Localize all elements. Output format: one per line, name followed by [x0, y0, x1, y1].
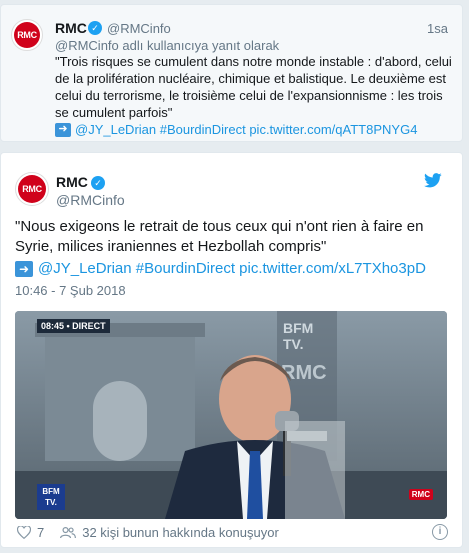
text-line: "Nous exigeons le retrait de tous ceux q… — [15, 218, 424, 235]
rmc-logo: RMC — [14, 22, 40, 48]
rmc-avatar[interactable]: RMC — [11, 19, 43, 51]
arrow-right-icon: ➜ — [55, 122, 71, 137]
verified-icon: ✓ — [91, 176, 105, 190]
tweet-media-image[interactable]: BFM TV. RMC 08:45 • DIRECT BFM TV. RMC — [15, 311, 447, 519]
author-handle[interactable]: @RMCinfo — [56, 192, 125, 208]
text-line: Syrie, milices iraniennes et Hezbollah c… — [15, 238, 327, 255]
author-name[interactable]: RMC — [56, 174, 88, 190]
author-name[interactable]: RMC — [55, 20, 87, 36]
arrow-right-icon: ➜ — [15, 260, 33, 277]
text-line: se cumulent parfois" — [55, 105, 173, 120]
like-count[interactable]: 7 — [37, 525, 44, 540]
tweet-actions: 7 32 kişi bunun hakkında konuşuyor — [17, 525, 279, 540]
reply-to-label[interactable]: @RMCinfo adlı kullanıcıya yanıt olarak — [55, 38, 279, 53]
bfm-logo-line: BFM — [42, 487, 60, 496]
svg-text:BFM: BFM — [283, 320, 313, 336]
svg-text:RMC: RMC — [281, 362, 327, 384]
text-line: "Trois risques se cumulent dans notre mo… — [55, 54, 452, 69]
people-icon[interactable] — [60, 526, 77, 539]
main-links[interactable]: @JY_LeDrian #BourdinDirect pic.twitter.c… — [38, 260, 426, 277]
video-still: BFM TV. RMC — [15, 311, 447, 519]
rmc-badge: RMC — [408, 489, 433, 500]
main-tweet-card[interactable]: RMC RMC ✓ @RMCinfo "Nous exigeons le ret… — [0, 152, 463, 548]
live-label: 08:45 • DIRECT — [37, 319, 110, 333]
rmc-avatar[interactable]: RMC — [15, 172, 49, 206]
reply-tweet-card[interactable]: RMC RMC ✓ @RMCinfo 1sa @RMCinfo adlı kul… — [0, 4, 463, 142]
main-tweet-text: "Nous exigeons le retrait de tous ceux q… — [15, 217, 423, 257]
main-link-line[interactable]: ➜ @JY_LeDrian #BourdinDirect pic.twitter… — [15, 260, 426, 277]
info-icon[interactable]: i — [432, 524, 448, 540]
text-line: de la prolifération nucléaire, chimique … — [55, 71, 446, 86]
tweet-date[interactable]: 10:46 - 7 Şub 2018 — [15, 283, 126, 298]
rmc-logo: RMC — [18, 175, 46, 203]
author-handle[interactable]: @RMCinfo — [107, 21, 171, 36]
reply-tweet-text: "Trois risques se cumulent dans notre mo… — [55, 53, 452, 121]
verified-icon: ✓ — [88, 21, 102, 35]
bfm-logo-line: TV. — [45, 498, 57, 507]
twitter-bird-icon[interactable] — [424, 173, 442, 188]
reply-links[interactable]: @JY_LeDrian #BourdinDirect pic.twitter.c… — [75, 122, 417, 137]
svg-text:TV.: TV. — [283, 336, 304, 352]
bfm-logo: BFM TV. — [37, 484, 65, 510]
tweet-time[interactable]: 1sa — [427, 21, 448, 36]
text-line: celui du terrorisme, le troisième celui … — [55, 88, 443, 103]
heart-icon[interactable] — [17, 526, 31, 539]
talking-count[interactable]: 32 kişi bunun hakkında konuşuyor — [82, 525, 279, 540]
reply-link-line[interactable]: ➜ @JY_LeDrian #BourdinDirect pic.twitter… — [55, 122, 417, 137]
